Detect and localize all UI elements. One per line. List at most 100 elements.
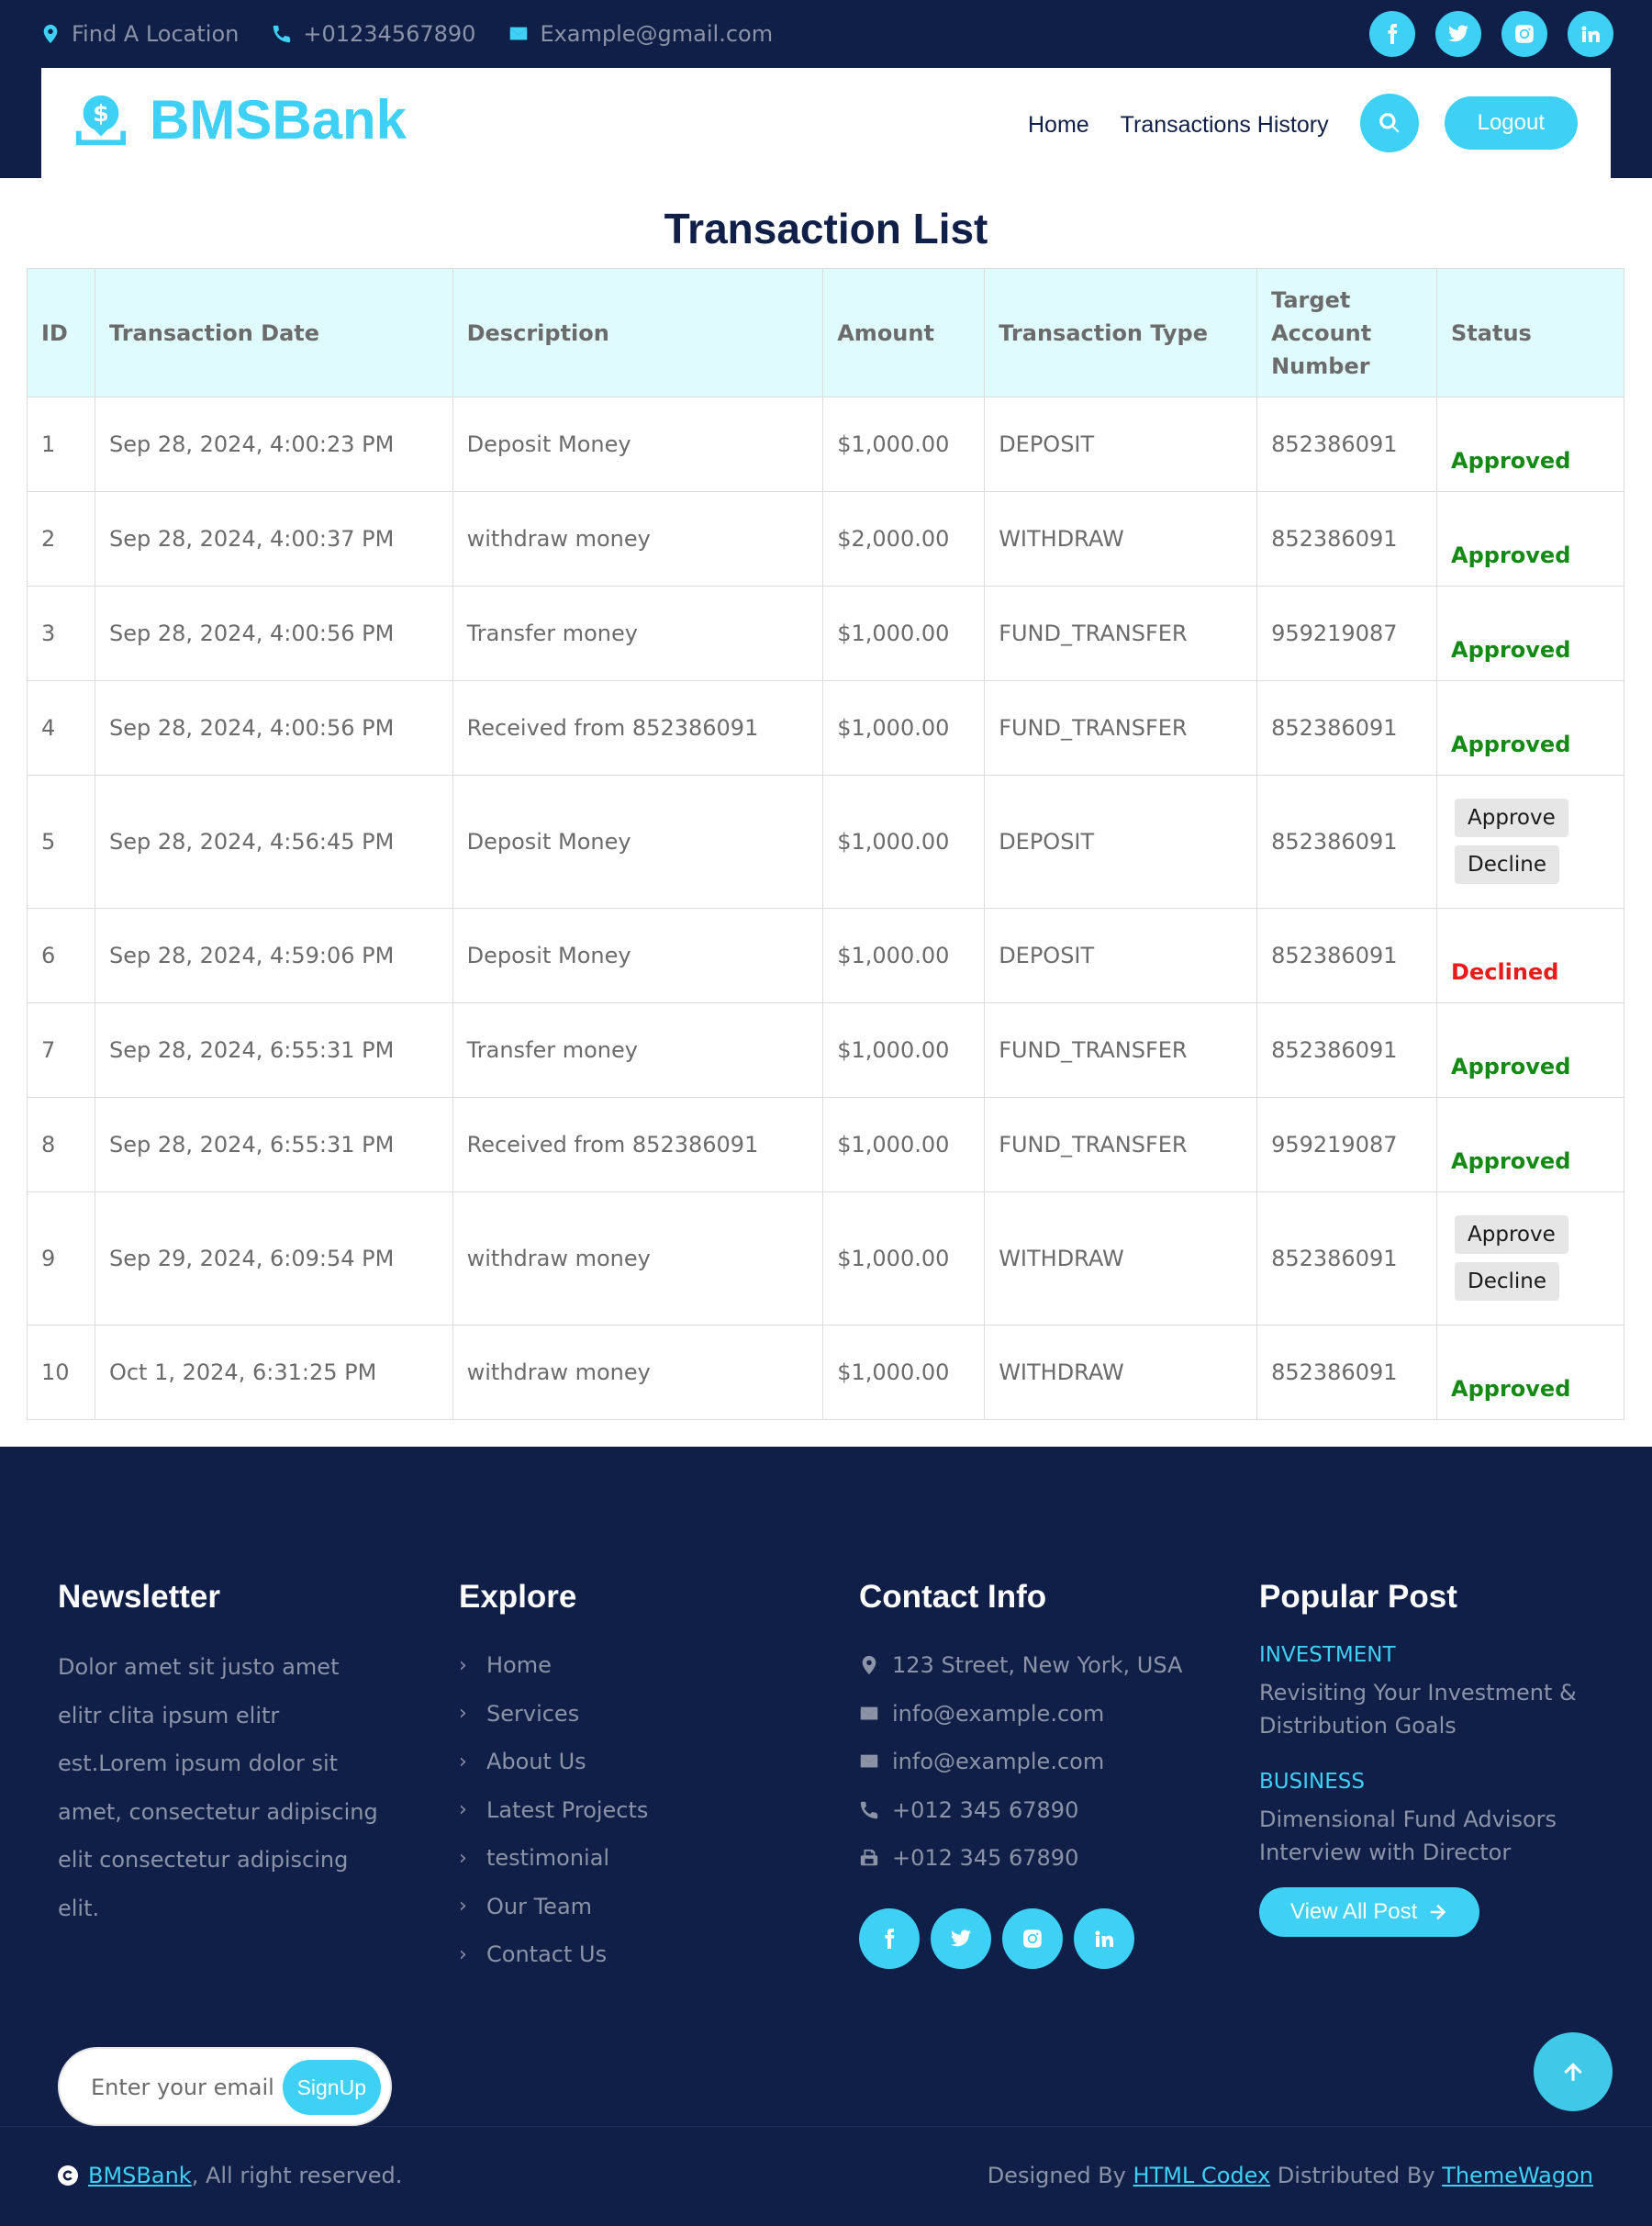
nav-link-transactions-history[interactable]: Transactions History	[1121, 112, 1329, 139]
cell-type: FUND_TRANSFER	[984, 1002, 1258, 1098]
instagram-button[interactable]	[1501, 11, 1547, 57]
decline-button[interactable]: Decline	[1455, 1262, 1560, 1301]
instagram-icon	[1513, 23, 1535, 45]
cell-amount: $1,000.00	[822, 908, 986, 1003]
explore-link[interactable]: › Home	[459, 1641, 808, 1690]
phone-item[interactable]: +01234567890	[272, 21, 475, 47]
cell-description: Transfer money	[452, 1002, 824, 1098]
designed-by-link[interactable]: HTML Codex	[1133, 2163, 1271, 2188]
explore-link-label: Services	[486, 1700, 580, 1727]
approve-button[interactable]: Approve	[1455, 1215, 1568, 1254]
cell-status: Approved	[1436, 1002, 1624, 1098]
footer-facebook-button[interactable]	[859, 1907, 920, 1969]
status-badge: Approved	[1451, 1054, 1571, 1079]
explore-link[interactable]: › About Us	[459, 1738, 808, 1786]
map-pin-icon	[40, 24, 61, 44]
cell-id: 9	[27, 1191, 95, 1326]
copyright-brand-link[interactable]: BMSBank	[88, 2163, 192, 2188]
newsletter-form: SignUp	[58, 2047, 392, 2126]
status-badge: Approved	[1451, 1376, 1571, 1402]
popular-post-title: Popular Post	[1259, 1579, 1457, 1615]
contact-phone-text: +012 345 67890	[892, 1796, 1079, 1823]
footer-linkedin-button[interactable]	[1074, 1907, 1134, 1969]
brand-link[interactable]: $ BMSBank	[73, 88, 407, 151]
search-icon	[1378, 111, 1401, 135]
cell-target-account: 852386091	[1256, 491, 1438, 587]
contact-list: 123 Street, New York, USA info@example.c…	[859, 1641, 1226, 1883]
view-all-post-button[interactable]: View All Post	[1259, 1887, 1480, 1937]
table-row: 2 Sep 28, 2024, 4:00:37 PM withdraw money $…	[27, 491, 1624, 587]
approve-button[interactable]: Approve	[1455, 799, 1568, 837]
explore-link-label: Latest Projects	[486, 1796, 649, 1823]
column-header-id: ID	[27, 268, 95, 397]
envelope-icon	[859, 1704, 879, 1724]
twitter-button[interactable]	[1435, 11, 1481, 57]
top-bar: Find A Location +01234567890 Example@gma…	[0, 0, 1652, 178]
cell-target-account: 852386091	[1256, 908, 1438, 1003]
cell-date: Sep 28, 2024, 6:55:31 PM	[94, 1097, 453, 1192]
cell-description: Received from 852386091	[452, 680, 824, 776]
newsletter-email-input[interactable]	[91, 2069, 274, 2106]
contact-fax-text: +012 345 67890	[892, 1845, 1079, 1872]
newsletter-column: Newsletter Dolor amet sit justo amet eli…	[58, 1579, 407, 2148]
footer-instagram-button[interactable]	[1002, 1907, 1063, 1969]
linkedin-icon	[1579, 23, 1602, 45]
footer: Newsletter Dolor amet sit justo amet eli…	[0, 1447, 1652, 2226]
location-item[interactable]: Find A Location	[40, 21, 239, 47]
decline-button[interactable]: Decline	[1455, 845, 1560, 884]
copyright-suffix: , All right reserved.	[191, 2163, 403, 2188]
cell-id: 7	[27, 1002, 95, 1098]
brand-name: BMSBank	[150, 89, 407, 151]
distributed-by-link[interactable]: ThemeWagon	[1442, 2163, 1593, 2188]
transactions-table: ID Transaction Date Description Amount T…	[27, 268, 1624, 1420]
table-header-row: ID Transaction Date Description Amount T…	[27, 268, 1624, 397]
column-header-amount: Amount	[822, 268, 986, 397]
explore-link[interactable]: › testimonial	[459, 1834, 808, 1883]
cell-amount: $1,000.00	[822, 1191, 986, 1326]
column-header-description: Description	[452, 268, 824, 397]
cell-description: Transfer money	[452, 586, 824, 681]
explore-link[interactable]: › Latest Projects	[459, 1786, 808, 1835]
cell-amount: $1,000.00	[822, 1097, 986, 1192]
post-category-business[interactable]: BUSINESS	[1259, 1770, 1608, 1794]
cell-type: WITHDRAW	[984, 1325, 1258, 1420]
cell-id: 10	[27, 1325, 95, 1420]
chevron-right-icon: ›	[459, 1846, 467, 1870]
cell-type: WITHDRAW	[984, 491, 1258, 587]
nav-links: Home Transactions History Logout	[1028, 94, 1578, 152]
status-badge: Declined	[1451, 959, 1559, 985]
column-header-date: Transaction Date	[94, 268, 453, 397]
back-to-top-button[interactable]	[1534, 2032, 1613, 2111]
footer-twitter-button[interactable]	[931, 1907, 991, 1969]
linkedin-button[interactable]	[1568, 11, 1613, 57]
top-info: Find A Location +01234567890 Example@gma…	[40, 18, 773, 50]
footer-social-links	[859, 1907, 1226, 1969]
twitter-icon	[950, 1928, 972, 1950]
cell-status: Approved	[1436, 1097, 1624, 1192]
map-pin-icon	[859, 1655, 879, 1675]
cell-status: Approved	[1436, 491, 1624, 587]
cell-target-account: 852386091	[1256, 1191, 1438, 1326]
envelope-icon	[508, 24, 529, 44]
post-title-investment[interactable]: Revisiting Your Investment & Distributio…	[1259, 1676, 1590, 1742]
search-button[interactable]	[1359, 94, 1419, 152]
cell-date: Sep 29, 2024, 6:09:54 PM	[94, 1191, 453, 1326]
logout-button[interactable]: Logout	[1444, 96, 1578, 150]
post-title-business[interactable]: Dimensional Fund Advisors Interview with…	[1259, 1803, 1590, 1869]
top-social-links	[1369, 11, 1613, 57]
cell-target-account: 852386091	[1256, 775, 1438, 909]
explore-link-label: Home	[486, 1652, 552, 1679]
copyright: BMSBank, All right reserved.	[57, 2163, 402, 2188]
contact-email-2[interactable]: info@example.com	[859, 1738, 1226, 1786]
facebook-button[interactable]	[1369, 11, 1415, 57]
explore-link[interactable]: › Services	[459, 1690, 808, 1739]
contact-phone[interactable]: +012 345 67890	[859, 1786, 1226, 1835]
signup-button[interactable]: SignUp	[282, 2060, 381, 2115]
contact-title: Contact Info	[859, 1579, 1047, 1615]
explore-link[interactable]: › Our Team	[459, 1883, 808, 1931]
post-category-investment[interactable]: INVESTMENT	[1259, 1643, 1608, 1667]
email-item[interactable]: Example@gmail.com	[508, 21, 773, 47]
contact-email-1[interactable]: info@example.com	[859, 1690, 1226, 1739]
explore-link[interactable]: › Contact Us	[459, 1930, 808, 1979]
nav-link-home[interactable]: Home	[1028, 112, 1089, 139]
